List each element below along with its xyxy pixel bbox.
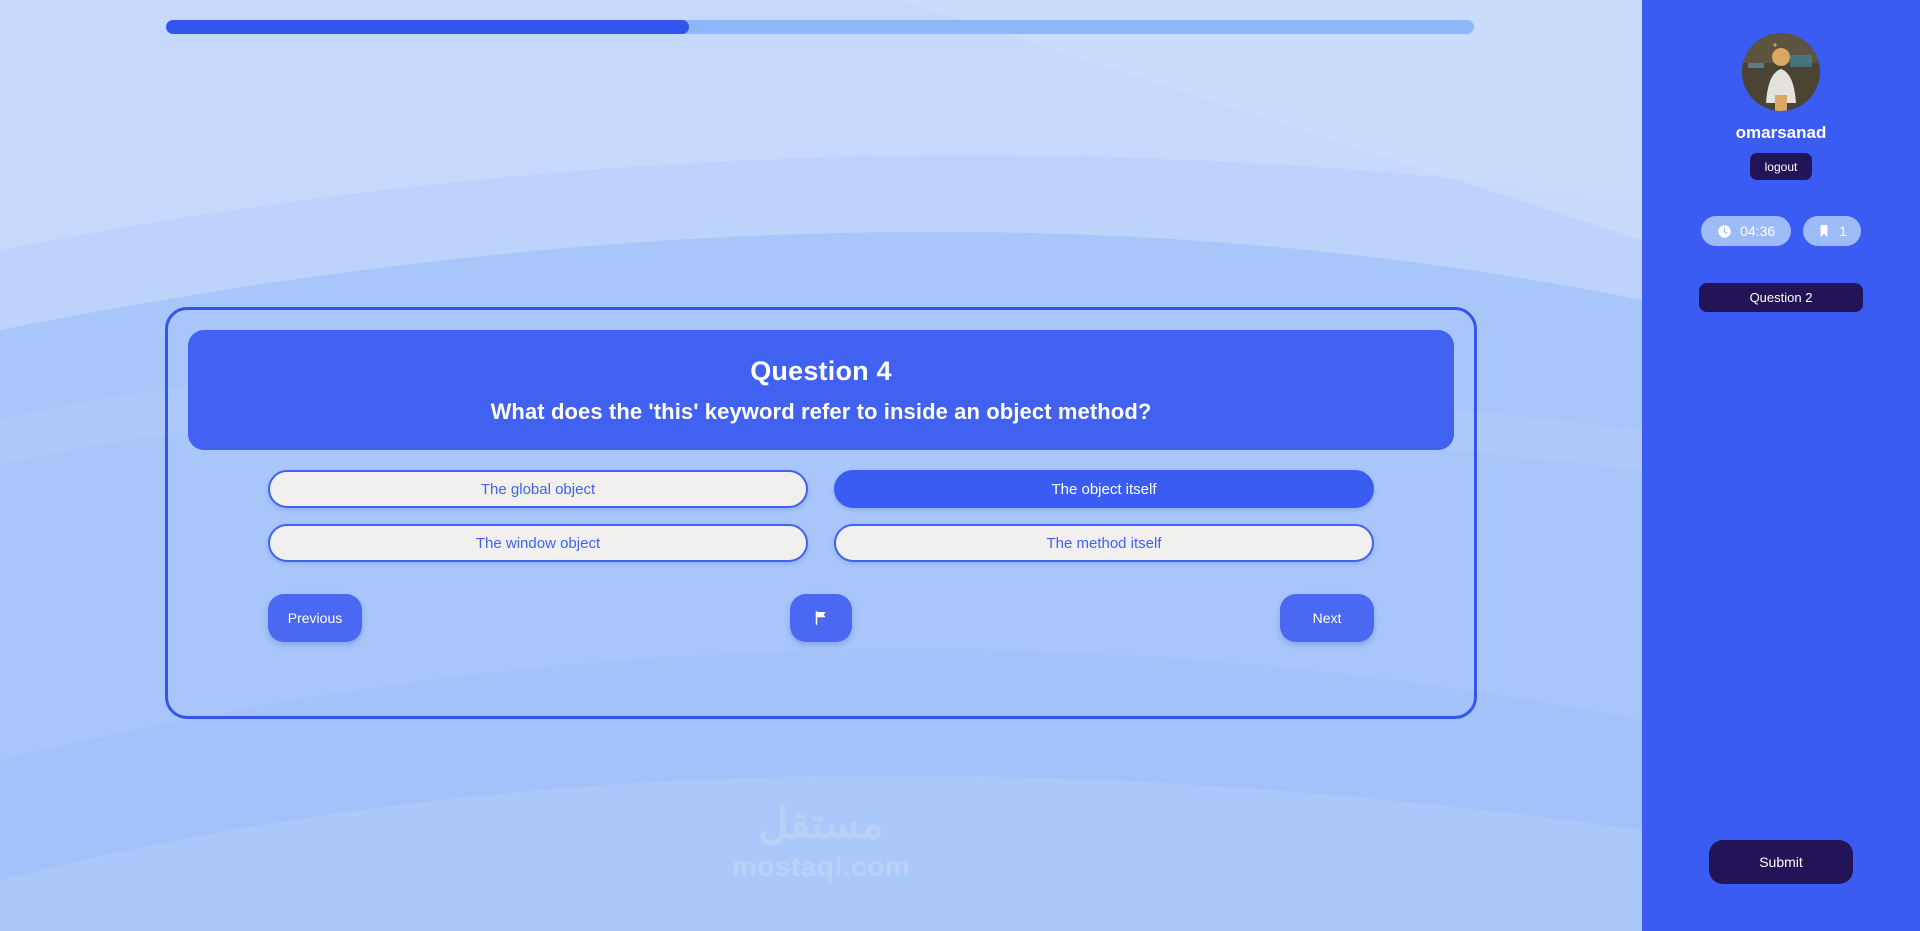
answer-option-3[interactable]: The window object bbox=[268, 524, 808, 562]
navigation-row: Previous Next bbox=[168, 594, 1474, 642]
timer-pill[interactable]: 04:36 bbox=[1701, 216, 1792, 246]
progress-bar-fill bbox=[166, 20, 690, 34]
answer-options: The global object The object itself The … bbox=[168, 470, 1474, 562]
watermark: مستقل mostaql.com bbox=[732, 803, 910, 883]
progress-bar[interactable] bbox=[166, 20, 1474, 34]
flag-icon bbox=[812, 609, 830, 627]
question-title: Question 4 bbox=[750, 355, 892, 386]
logout-button[interactable]: logout bbox=[1750, 153, 1812, 180]
previous-button[interactable]: Previous bbox=[268, 594, 362, 642]
question-jump-button[interactable]: Question 2 bbox=[1699, 283, 1863, 312]
sidebar: omarsanad logout 04:36 1 Question 2 Subm… bbox=[1642, 0, 1920, 931]
status-pills: 04:36 1 bbox=[1701, 216, 1861, 246]
submit-button[interactable]: Submit bbox=[1709, 840, 1853, 884]
watermark-latin: mostaql.com bbox=[731, 851, 911, 882]
question-card: Question 4 What does the 'this' keyword … bbox=[165, 307, 1477, 719]
quiz-app: Question 4 What does the 'this' keyword … bbox=[0, 0, 1920, 931]
flag-question-button[interactable] bbox=[790, 594, 852, 642]
question-text: What does the 'this' keyword refer to in… bbox=[490, 398, 1152, 424]
bookmark-count: 1 bbox=[1839, 223, 1847, 239]
next-button[interactable]: Next bbox=[1280, 594, 1374, 642]
answer-option-4[interactable]: The method itself bbox=[834, 524, 1374, 562]
main-content: Question 4 What does the 'this' keyword … bbox=[0, 0, 1642, 931]
user-avatar-icon bbox=[1742, 33, 1820, 111]
question-header: Question 4 What does the 'this' keyword … bbox=[188, 330, 1454, 450]
username: omarsanad bbox=[1735, 123, 1827, 142]
bookmark-pill[interactable]: 1 bbox=[1803, 216, 1861, 246]
answer-option-2[interactable]: The object itself bbox=[834, 470, 1374, 508]
watermark-arabic: مستقل bbox=[758, 800, 884, 847]
answer-option-1[interactable]: The global object bbox=[268, 470, 808, 508]
clock-icon bbox=[1717, 224, 1732, 239]
avatar[interactable] bbox=[1742, 33, 1820, 111]
timer-value: 04:36 bbox=[1740, 223, 1776, 239]
bookmark-icon bbox=[1817, 224, 1831, 238]
